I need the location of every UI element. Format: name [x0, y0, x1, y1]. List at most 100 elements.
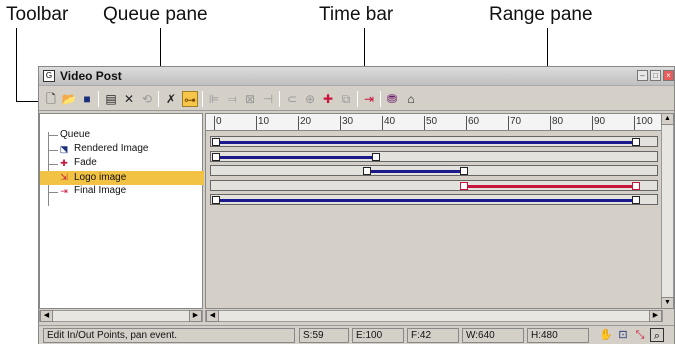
add-image-input-icon[interactable]: ⊕	[302, 91, 318, 107]
delete-event-icon[interactable]: ✕	[121, 91, 137, 107]
range-track[interactable]	[210, 165, 658, 176]
window-title: Video Post	[60, 69, 122, 83]
pan-hand-icon[interactable]: ✋	[599, 328, 613, 342]
range-end-handle[interactable]	[632, 138, 640, 146]
range-end-handle[interactable]	[371, 152, 380, 161]
range-end-handle[interactable]	[632, 196, 640, 204]
ruler-tick: 70	[508, 116, 521, 130]
range-track[interactable]	[210, 194, 658, 205]
range-bar[interactable]	[367, 170, 464, 173]
tree-line	[48, 164, 58, 165]
toolbar-separator	[98, 91, 99, 107]
toolbar-separator	[357, 91, 358, 107]
tree-line	[48, 135, 58, 136]
range-vertical-scrollbar[interactable]: ▲ ▼	[661, 113, 674, 309]
range-bar[interactable]	[216, 199, 636, 202]
leader-toolbar-h	[16, 101, 40, 102]
queue-item-rendered-image[interactable]: Rendered Image	[74, 142, 149, 156]
end-frame-field: E:100	[352, 328, 404, 343]
tree-line	[48, 132, 49, 206]
queue-item-final-image[interactable]: Final Image	[74, 184, 126, 198]
range-start-handle[interactable]	[459, 181, 468, 190]
add-image-output-icon[interactable]: ⇥	[361, 91, 377, 107]
tree-line	[48, 150, 58, 151]
scroll-left-arrow-icon[interactable]: ◀	[206, 310, 219, 322]
scroll-left-arrow-icon[interactable]: ◀	[40, 310, 53, 322]
range-track[interactable]	[210, 136, 658, 147]
ruler-tick: 60	[466, 116, 479, 130]
leader-toolbar	[16, 28, 17, 102]
queue-root-item[interactable]: Queue	[60, 128, 90, 142]
make-same-size-icon[interactable]: ⊠	[242, 91, 258, 107]
range-horizontal-scrollbar[interactable]: ◀ ▶	[205, 310, 663, 322]
scroll-right-arrow-icon[interactable]: ▶	[649, 310, 662, 322]
range-end-handle[interactable]	[459, 167, 468, 175]
add-external-event-icon[interactable]: ⛃	[384, 91, 400, 107]
zoom-extents-icon[interactable]: ⊡	[616, 328, 630, 342]
output-icon: ⇥	[60, 186, 68, 196]
layer-icon: ⇲	[60, 172, 68, 182]
edit-event-icon[interactable]: ▤	[103, 91, 119, 107]
frame-count-field: F:42	[407, 328, 459, 343]
range-bar[interactable]	[463, 184, 636, 188]
callout-range-pane: Range pane	[489, 4, 593, 25]
range-bar[interactable]	[216, 155, 376, 159]
new-sequence-icon[interactable]: 🗋	[43, 91, 59, 107]
save-sequence-icon[interactable]: ■	[79, 91, 95, 107]
start-frame-field: S:59	[299, 328, 349, 343]
range-track[interactable]	[210, 179, 658, 191]
tree-line	[48, 192, 58, 193]
toolbar-separator	[380, 91, 381, 107]
callout-queue-pane: Queue pane	[103, 4, 208, 25]
ruler-tick: 30	[340, 116, 353, 130]
range-pane: 0 10 20 30 40 50 60 70 80 90 100	[205, 113, 663, 309]
swap-events-icon[interactable]: ⟲	[139, 91, 155, 107]
execute-sequence-icon[interactable]: ✗	[163, 91, 179, 107]
add-image-filter-icon[interactable]: ✚	[320, 91, 336, 107]
height-field: H:480	[527, 328, 589, 343]
range-start-handle[interactable]	[212, 138, 220, 146]
queue-horizontal-scrollbar[interactable]: ◀ ▶	[39, 310, 203, 322]
range-bar[interactable]	[216, 141, 636, 144]
open-sequence-icon[interactable]: 📂	[61, 91, 77, 107]
range-track[interactable]	[210, 150, 658, 162]
ruler-tick: 90	[592, 116, 605, 130]
add-image-layer-icon[interactable]: ⧉	[338, 91, 354, 107]
add-scene-event-icon[interactable]: ⊂	[284, 91, 300, 107]
queue-pane: Queue ⬔ Rendered Image ✚ Fade ⇲ Logo ima…	[39, 113, 204, 309]
abut-selected-icon[interactable]: ⊣	[260, 91, 276, 107]
callout-toolbar: Toolbar	[6, 4, 69, 25]
zoom-region-icon[interactable]: ⌕	[650, 328, 664, 342]
align-right-icon[interactable]: ⫤	[224, 91, 240, 107]
range-start-handle[interactable]	[363, 167, 372, 175]
maximize-button[interactable]: □	[650, 70, 661, 81]
filter-icon: ✚	[60, 158, 68, 168]
zoom-time-icon[interactable]: ⤡	[633, 328, 647, 342]
ruler-tick: 10	[256, 116, 269, 130]
status-bar: Edit In/Out Points, pan event. S:59 E:10…	[39, 325, 674, 344]
image-input-icon: ⬔	[59, 144, 69, 154]
ruler-tick: 20	[298, 116, 311, 130]
queue-item-logo-image[interactable]: Logo image	[74, 171, 126, 185]
ruler-tick: 50	[424, 116, 437, 130]
align-left-icon[interactable]: ⊫	[206, 91, 222, 107]
status-message: Edit In/Out Points, pan event.	[43, 328, 295, 343]
video-post-window: G Video Post – □ × 🗋 📂 ■ ▤ ✕ ⟲ ✗ ⊶ ⊫ ⫤ ⊠…	[38, 66, 675, 344]
range-end-handle[interactable]	[632, 181, 640, 190]
time-bar[interactable]: 0 10 20 30 40 50 60 70 80 90 100	[206, 114, 662, 131]
scroll-right-arrow-icon[interactable]: ▶	[189, 310, 202, 322]
ruler-tick: 40	[382, 116, 395, 130]
edit-range-bar-icon[interactable]: ⊶	[182, 91, 198, 107]
toolbar: 🗋 📂 ■ ▤ ✕ ⟲ ✗ ⊶ ⊫ ⫤ ⊠ ⊣ ⊂ ⊕ ✚ ⧉ ⇥ ⛃ ⌂	[39, 87, 674, 111]
range-start-handle[interactable]	[212, 196, 220, 204]
minimize-button[interactable]: –	[637, 70, 648, 81]
scroll-down-arrow-icon[interactable]: ▼	[661, 297, 674, 309]
queue-item-fade[interactable]: Fade	[74, 156, 97, 170]
app-icon: G	[43, 70, 55, 82]
width-field: W:640	[462, 328, 524, 343]
range-start-handle[interactable]	[212, 152, 220, 161]
add-loop-event-icon[interactable]: ⌂	[403, 91, 419, 107]
ruler-tick: 0	[214, 116, 222, 130]
close-button[interactable]: ×	[663, 70, 674, 81]
scroll-up-arrow-icon[interactable]: ▲	[661, 113, 674, 125]
